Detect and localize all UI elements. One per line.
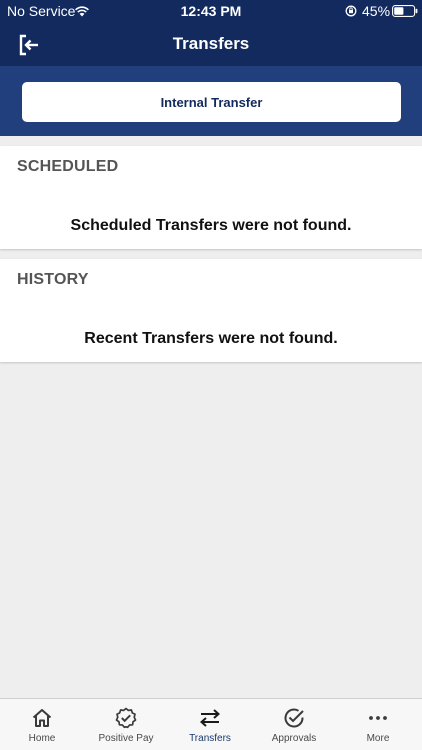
history-heading: HISTORY (17, 271, 89, 288)
history-empty-message: Recent Transfers were not found. (84, 330, 338, 347)
app-header: No Service 12:43 PM 45% Transfers (0, 0, 422, 66)
scheduled-transfers-card: SCHEDULED Scheduled Transfers were not f… (0, 146, 422, 249)
tab-transfers-label: Transfers (189, 733, 231, 744)
scheduled-heading: SCHEDULED (17, 158, 119, 175)
tab-more[interactable]: More (336, 699, 420, 750)
tab-approvals[interactable]: Approvals (252, 699, 336, 750)
home-icon (32, 709, 52, 727)
transfer-actions: Internal Transfer (0, 66, 422, 136)
check-circle-icon (284, 708, 304, 728)
internal-transfer-button[interactable]: Internal Transfer (22, 82, 401, 122)
tab-more-label: More (366, 733, 390, 744)
scheduled-empty-message: Scheduled Transfers were not found. (70, 217, 352, 234)
more-dots-icon (369, 716, 387, 720)
exit-icon (19, 34, 38, 56)
rotation-lock-icon (345, 5, 357, 17)
badge-check-icon (115, 707, 137, 729)
status-bar: No Service 12:43 PM 45% (0, 0, 422, 22)
battery-percent: 45% (362, 3, 391, 19)
exit-button[interactable] (14, 30, 44, 60)
tab-home-label: Home (28, 733, 56, 744)
tab-positive-pay[interactable]: Positive Pay (84, 699, 168, 750)
transfer-arrows-icon (199, 709, 221, 727)
tab-home[interactable]: Home (0, 699, 84, 750)
transfers-screen: No Service 12:43 PM 45% Transfers Intern… (0, 0, 422, 750)
tab-transfers[interactable]: Transfers (168, 699, 252, 750)
tab-bar: Home Positive Pay Transfers Approvals Mo… (0, 698, 422, 750)
tab-approvals-label: Approvals (271, 733, 317, 744)
history-transfers-card: HISTORY Recent Transfers were not found. (0, 259, 422, 362)
nav-bar: Transfers (0, 22, 422, 66)
battery-icon (392, 5, 418, 17)
tab-positive-pay-label: Positive Pay (98, 733, 154, 744)
page-title: Transfers (172, 34, 250, 53)
clock-label: 12:43 PM (180, 3, 242, 19)
